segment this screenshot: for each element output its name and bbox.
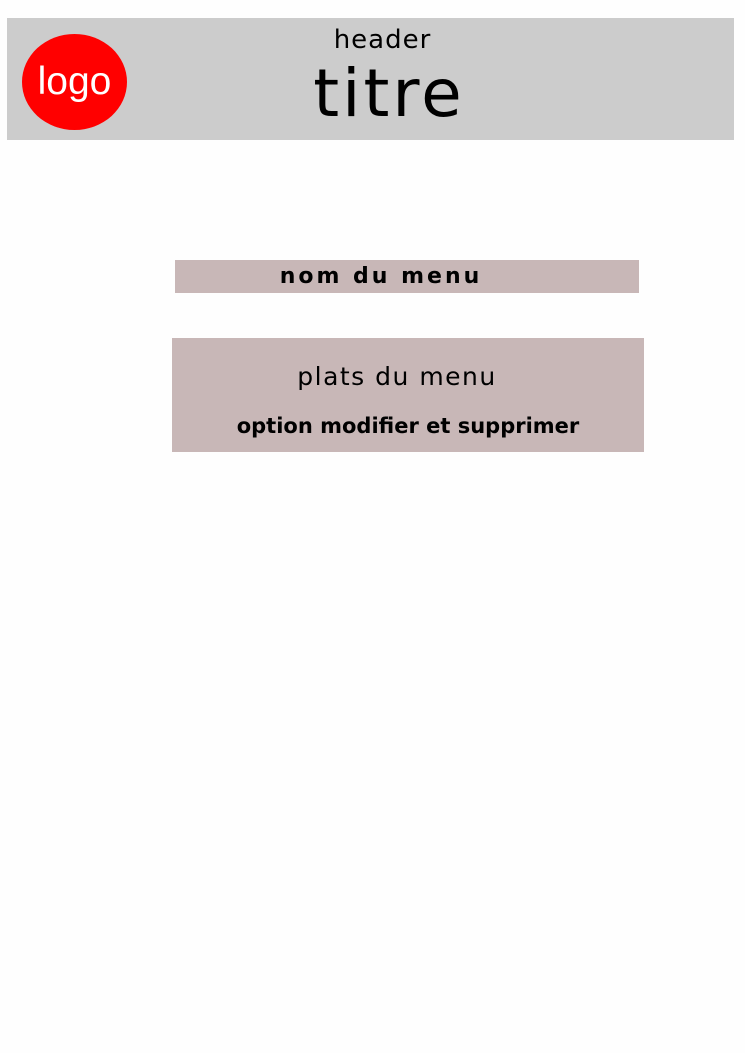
menu-dishes-label: plats du menu [297, 362, 497, 391]
logo[interactable]: logo [22, 34, 127, 130]
logo-label: logo [37, 60, 112, 103]
menu-name-label: nom du menu [279, 264, 483, 289]
edit-delete-options[interactable]: option modifier et supprimer [172, 412, 644, 440]
